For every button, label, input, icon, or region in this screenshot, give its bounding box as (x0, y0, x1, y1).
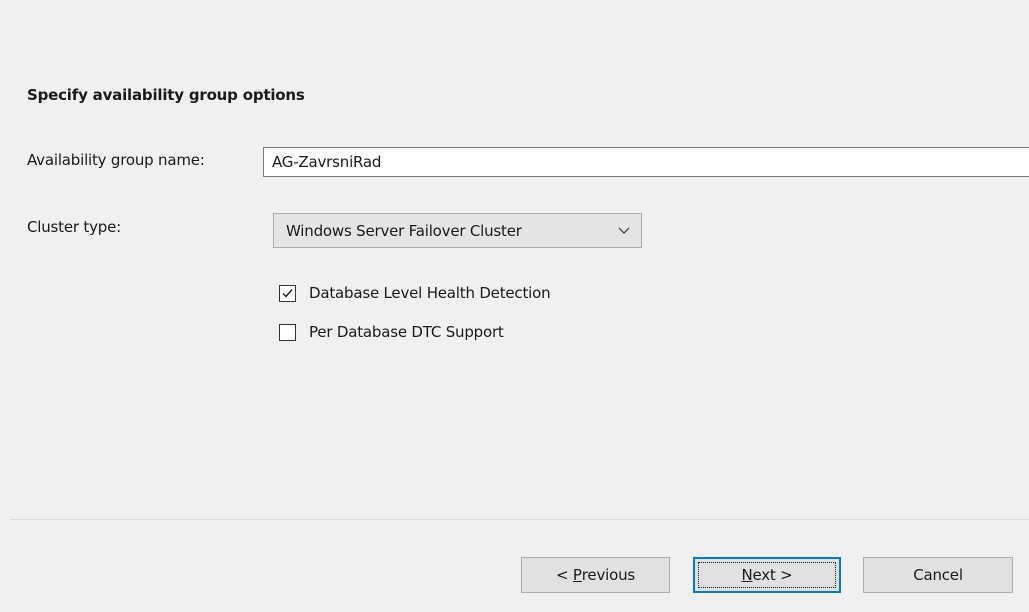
previous-button[interactable]: < Previous (521, 557, 670, 593)
availability-group-name-label: Availability group name: (27, 151, 205, 169)
chevron-down-icon (618, 227, 630, 234)
cluster-type-value: Windows Server Failover Cluster (286, 221, 522, 240)
page-title: Specify availability group options (27, 86, 305, 104)
wizard-window: Specify availability group options Avail… (0, 0, 1029, 612)
checkmark-icon (282, 288, 293, 298)
dtc-support-option[interactable]: Per Database DTC Support (279, 323, 504, 341)
availability-group-name-input[interactable] (263, 147, 1029, 177)
previous-button-accelerator: P (572, 566, 582, 584)
dtc-support-label: Per Database DTC Support (309, 323, 504, 341)
previous-button-prefix: < (555, 566, 573, 584)
health-detection-option[interactable]: Database Level Health Detection (279, 284, 551, 302)
next-button[interactable]: Next > (693, 557, 841, 593)
previous-button-label: revious (581, 566, 635, 584)
dtc-support-checkbox[interactable] (279, 323, 296, 341)
cluster-type-select[interactable]: Windows Server Failover Cluster (273, 213, 642, 248)
footer-divider (10, 519, 1029, 520)
health-detection-checkbox[interactable] (279, 284, 296, 302)
cancel-button[interactable]: Cancel (863, 557, 1013, 593)
cluster-type-label: Cluster type: (27, 218, 121, 236)
wizard-page (10, 10, 1029, 505)
health-detection-label: Database Level Health Detection (309, 284, 551, 302)
focus-rectangle (698, 562, 836, 588)
